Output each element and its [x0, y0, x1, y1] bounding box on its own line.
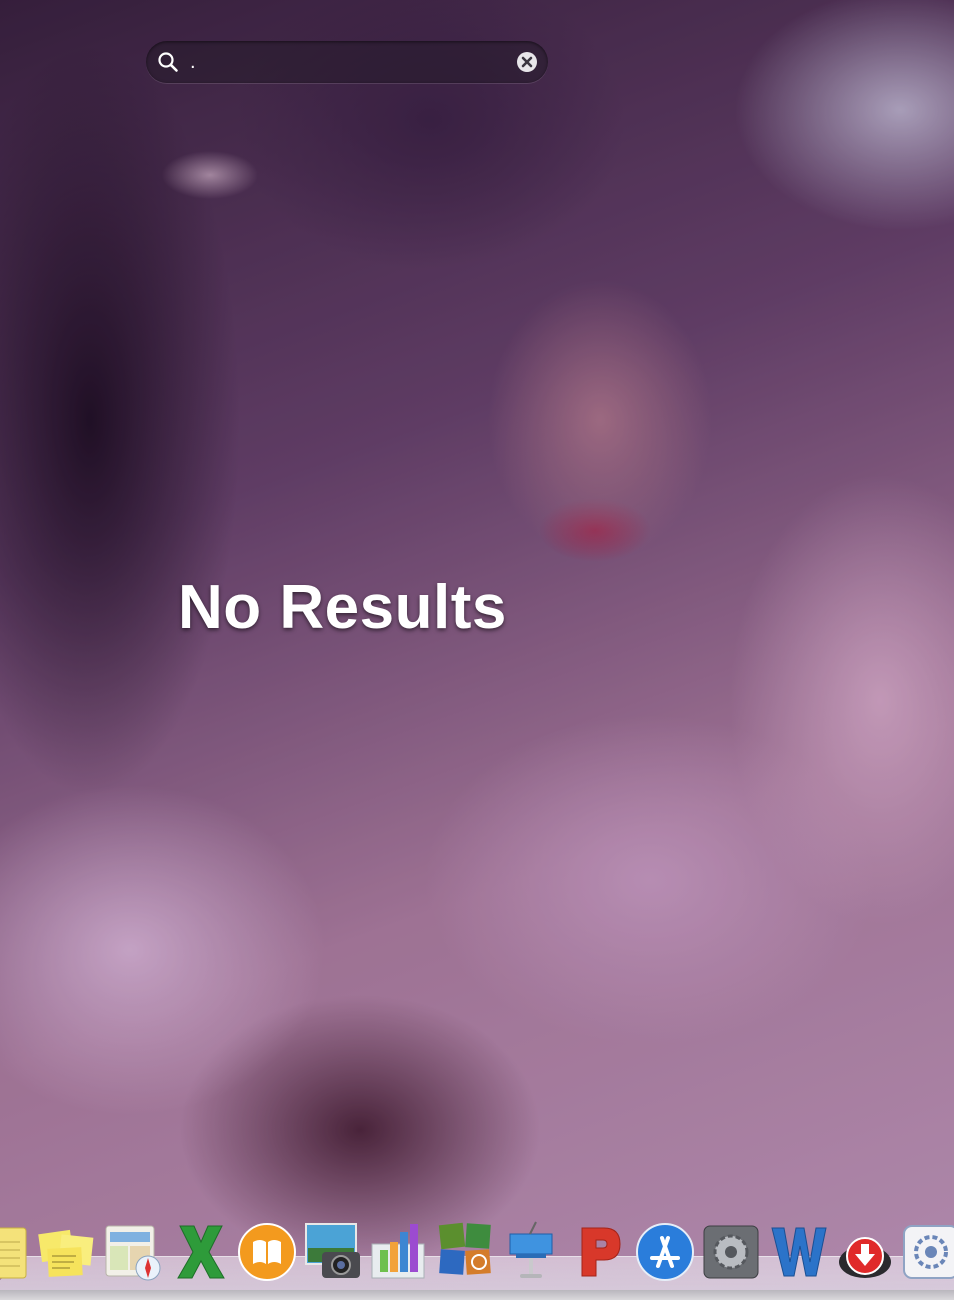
image-capture-icon[interactable]: [302, 1218, 364, 1282]
search-field[interactable]: [146, 41, 548, 83]
app-store-icon[interactable]: [634, 1218, 696, 1282]
search-icon: [158, 52, 178, 72]
system-preferences-icon[interactable]: [700, 1218, 762, 1282]
ibooks-icon[interactable]: [236, 1218, 298, 1282]
powerpoint-icon[interactable]: [568, 1218, 630, 1282]
preferences-icon[interactable]: [900, 1218, 954, 1282]
downloader-icon[interactable]: [834, 1218, 896, 1282]
numbers-icon[interactable]: [368, 1218, 430, 1282]
maps-safari-icon[interactable]: [102, 1218, 164, 1282]
excel-icon[interactable]: [170, 1218, 232, 1282]
notes-icon[interactable]: [0, 1218, 28, 1282]
no-results-message: No Results: [178, 573, 507, 642]
clear-search-icon[interactable]: [516, 51, 538, 73]
word-icon[interactable]: [768, 1218, 830, 1282]
dock: [0, 1216, 954, 1288]
keynote-icon[interactable]: [500, 1218, 562, 1282]
launchpad-icon[interactable]: [434, 1218, 496, 1282]
launchpad-screen: No Results: [0, 0, 954, 1300]
search-input[interactable]: [190, 49, 510, 75]
stickies-icon[interactable]: [36, 1218, 98, 1282]
